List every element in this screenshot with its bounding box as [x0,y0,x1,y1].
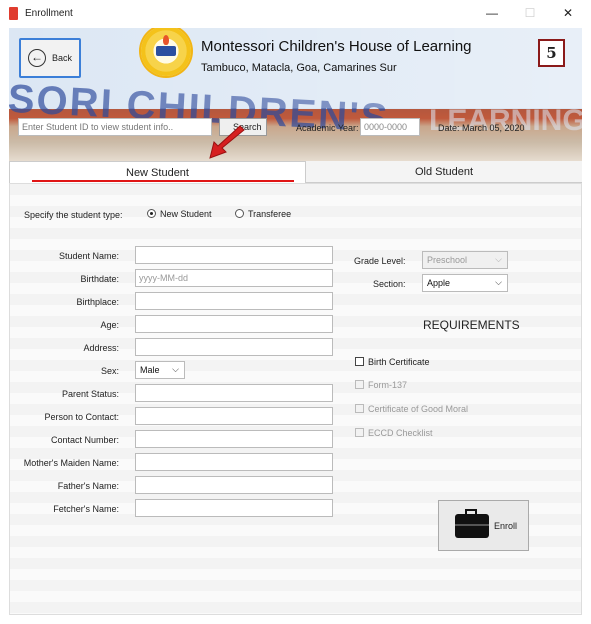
section-value: Apple [427,278,451,288]
birthdate-field[interactable]: yyyy-MM-dd [135,269,333,287]
back-arrow-icon: ← [28,49,46,67]
parent-status-label: Parent Status: [61,389,119,399]
radio-unselected-icon [235,209,244,218]
fathers-name-field[interactable] [135,476,333,494]
age-label: Age: [100,320,119,330]
radio-new-student[interactable]: New Student [147,209,212,219]
fathers-name-label: Father's Name: [57,481,119,491]
fetchers-name-label: Fetcher's Name: [53,504,119,514]
annotation-underline [32,180,294,182]
grade-level-select[interactable]: Preschool ⌵ [422,251,508,269]
age-field[interactable] [135,315,333,333]
logo-book-icon [156,46,176,56]
fetchers-name-field[interactable] [135,499,333,517]
chevron-down-icon: ⌵ [495,277,502,287]
student-type-label: Specify the student type: [24,210,123,220]
title-bar: Enrollment — ☐ ✕ [0,0,591,28]
header-banner: SSORI CHILDREN'S LEARNING ← Back Montess… [9,28,582,161]
enroll-button[interactable]: Enroll [438,500,529,551]
radio-transferee-label: Transferee [248,209,292,219]
person-to-contact-field[interactable] [135,407,333,425]
radio-selected-icon [147,209,156,218]
section-select[interactable]: Apple ⌵ [422,274,508,292]
student-id-search-input[interactable]: Enter Student ID to view student info.. [18,118,212,136]
academic-year-label: Academic Year: [296,123,359,133]
address-field[interactable] [135,338,333,356]
mothers-maiden-name-field[interactable] [135,453,333,471]
checkbox-form-137[interactable]: Form-137 [355,380,407,390]
annotation-number-badge: 5 [538,39,565,67]
checkbox-icon [355,357,364,366]
logo-flame-icon [163,35,169,45]
mothers-maiden-name-label: Mother's Maiden Name: [23,458,119,468]
form-137-label: Form-137 [368,380,408,390]
birthplace-label: Birthplace: [76,297,119,307]
chevron-down-icon: ⌵ [495,254,502,264]
checkbox-icon [355,404,364,413]
school-logo [141,28,191,76]
minimize-button[interactable]: — [482,6,502,20]
tab-old-student[interactable]: Old Student [306,161,582,183]
person-to-contact-label: Person to Contact: [44,412,119,422]
maximize-button[interactable]: ☐ [520,6,540,20]
checkbox-icon [355,428,364,437]
address-label: Address: [83,343,119,353]
checkbox-good-moral[interactable]: Certificate of Good Moral [355,404,468,414]
briefcase-icon [455,509,489,538]
sex-label: Sex: [100,366,119,376]
birth-certificate-label: Birth Certificate [368,357,430,367]
requirements-title: REQUIREMENTS [423,318,520,332]
birthdate-label: Birthdate: [80,274,119,284]
sex-select[interactable]: Male ⌵ [135,361,185,379]
annotation-arrow-icon [209,125,245,159]
good-moral-label: Certificate of Good Moral [368,404,469,414]
back-button[interactable]: ← Back [19,38,81,78]
java-app-icon [9,7,18,20]
radio-transferee[interactable]: Transferee [235,209,291,219]
birthplace-field[interactable] [135,292,333,310]
back-button-label: Back [52,53,73,63]
student-name-field[interactable] [135,246,333,264]
contact-number-field[interactable] [135,430,333,448]
section-label: Section: [373,279,406,289]
checkbox-icon [355,380,364,389]
checkbox-eccd-checklist[interactable]: ECCD Checklist [355,428,433,438]
current-date: Date: March 05, 2020 [438,123,525,133]
enroll-button-label: Enroll [494,521,518,531]
grade-level-value: Preschool [427,255,468,265]
parent-status-field[interactable] [135,384,333,402]
school-address: Tambuco, Matacla, Goa, Camarines Sur [201,62,397,74]
chevron-down-icon: ⌵ [172,364,179,374]
contact-number-label: Contact Number: [50,435,119,445]
radio-new-student-label: New Student [160,209,212,219]
checkbox-birth-certificate[interactable]: Birth Certificate [355,357,430,367]
student-name-label: Student Name: [58,251,119,261]
eccd-checklist-label: ECCD Checklist [368,428,433,438]
close-button[interactable]: ✕ [558,6,578,20]
grade-level-label: Grade Level: [354,256,406,266]
sex-select-value: Male [140,365,160,375]
window-title: Enrollment [25,8,73,19]
school-name: Montessori Children's House of Learning [201,38,472,55]
academic-year-field[interactable]: 0000-0000 [360,118,420,136]
